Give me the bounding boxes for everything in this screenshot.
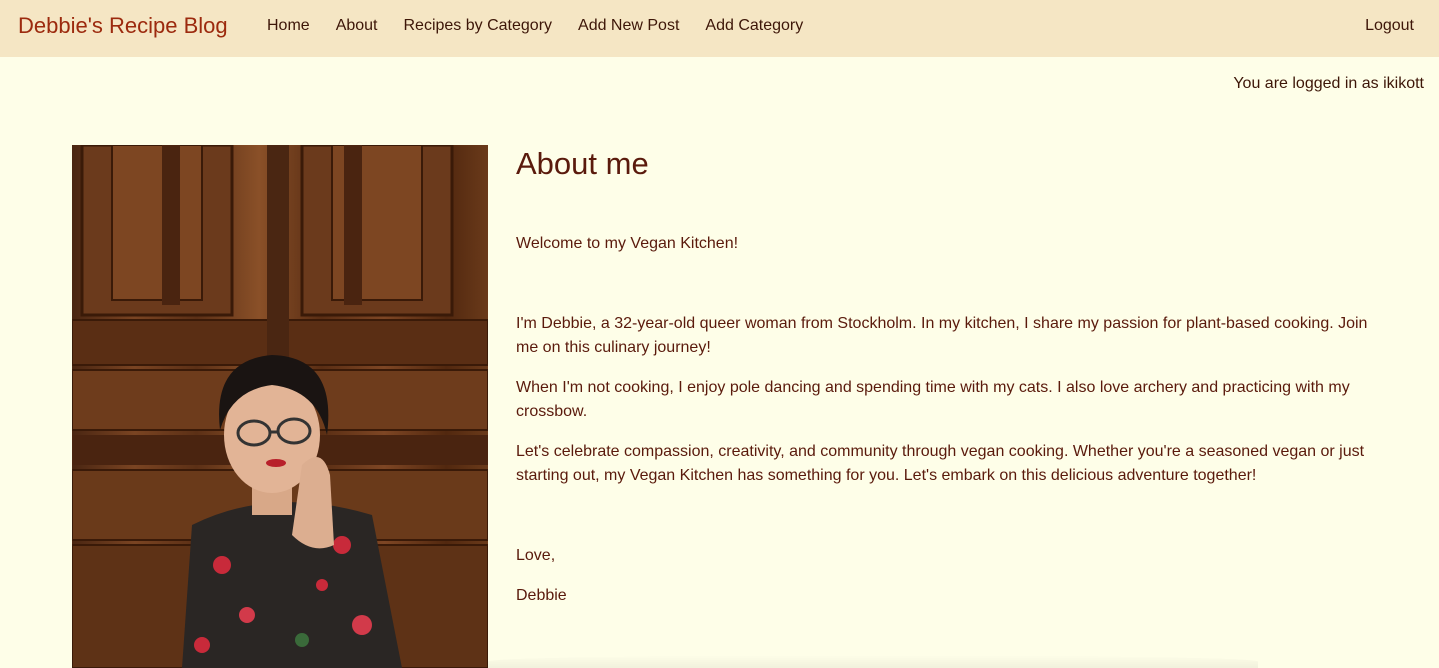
brand-link[interactable]: Debbie's Recipe Blog (18, 13, 228, 39)
logout-link[interactable]: Logout (1365, 17, 1414, 35)
nav-link-home[interactable]: Home (267, 17, 310, 35)
nav-link-add-new-post[interactable]: Add New Post (578, 17, 679, 35)
nav-link-add-category[interactable]: Add Category (705, 17, 803, 35)
about-paragraph-3: Let's celebrate compassion, creativity, … (516, 443, 1365, 484)
top-navbar: Debbie's Recipe Blog Home About Recipes … (0, 0, 1439, 57)
page-title: About me (516, 146, 649, 181)
login-status: You are logged in as ikikott (1233, 75, 1424, 92)
signoff-text: Love, (516, 547, 556, 564)
profile-photo (72, 145, 488, 668)
welcome-text: Welcome to my Vegan Kitchen! (516, 235, 739, 252)
nav-link-recipes-by-category[interactable]: Recipes by Category (404, 17, 553, 35)
bottom-shadow (488, 655, 1258, 668)
signature-text: Debbie (516, 587, 567, 604)
about-paragraph-2: When I'm not cooking, I enjoy pole danci… (516, 379, 1350, 420)
nav-links: Home About Recipes by Category Add New P… (267, 17, 829, 35)
nav-link-about[interactable]: About (336, 17, 378, 35)
about-content: About me Welcome to my Vegan Kitchen! I'… (516, 145, 1376, 604)
about-paragraph-1: I'm Debbie, a 32-year-old queer woman fr… (516, 315, 1368, 356)
